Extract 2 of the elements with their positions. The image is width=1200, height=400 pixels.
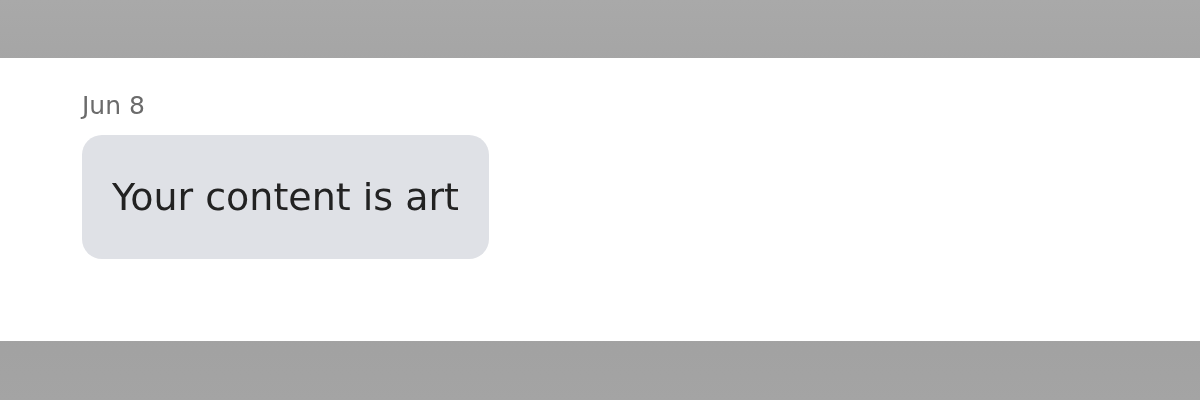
message-bubble: Your content is art [82,135,489,259]
message-date: Jun 8 [82,90,145,122]
